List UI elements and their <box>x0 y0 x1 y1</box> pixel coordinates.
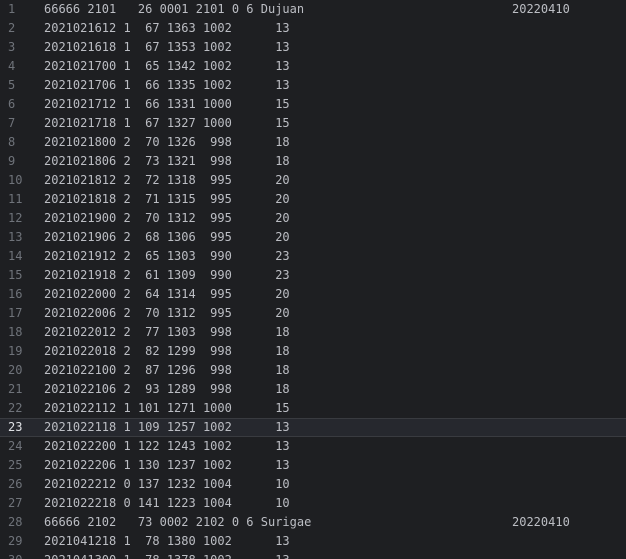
line-number: 19 <box>8 344 23 358</box>
line-number: 28 <box>8 515 23 529</box>
line-text[interactable]: 2021021906 2 68 1306 995 20 <box>44 228 290 247</box>
line-number: 4 <box>8 59 16 73</box>
line-date-text[interactable]: 20220410 <box>512 0 570 19</box>
line-number: 27 <box>8 496 23 510</box>
editor-line[interactable]: 18 2021022012 2 77 1303 998 18 <box>0 323 626 342</box>
line-number: 23 <box>8 420 23 434</box>
line-number: 26 <box>8 477 23 491</box>
line-text[interactable]: 2021022006 2 70 1312 995 20 <box>44 304 290 323</box>
editor-line[interactable]: 9 2021021806 2 73 1321 998 18 <box>0 152 626 171</box>
editor-line[interactable]: 12 2021021900 2 70 1312 995 20 <box>0 209 626 228</box>
line-text[interactable]: 2021021818 2 71 1315 995 20 <box>44 190 290 209</box>
editor-line[interactable]: 19 2021022018 2 82 1299 998 18 <box>0 342 626 361</box>
line-text[interactable]: 2021021806 2 73 1321 998 18 <box>44 152 290 171</box>
text-editor[interactable]: 1 66666 2101 26 0001 2101 0 6 Dujuan 20220… <box>0 0 626 559</box>
line-number: 17 <box>8 306 23 320</box>
line-number: 8 <box>8 135 16 149</box>
editor-line[interactable]: 3 2021021618 1 67 1353 1002 13 <box>0 38 626 57</box>
line-text[interactable]: 2021022100 2 87 1296 998 18 <box>44 361 290 380</box>
line-text[interactable]: 2021021812 2 72 1318 995 20 <box>44 171 290 190</box>
line-text[interactable]: 2021021718 1 67 1327 1000 15 <box>44 114 290 133</box>
line-number: 24 <box>8 439 23 453</box>
editor-line[interactable]: 13 2021021906 2 68 1306 995 20 <box>0 228 626 247</box>
editor-line[interactable]: 14 2021021912 2 65 1303 990 23 <box>0 247 626 266</box>
line-text[interactable]: 2021022200 1 122 1243 1002 13 <box>44 437 290 456</box>
editor-line[interactable]: 7 2021021718 1 67 1327 1000 15 <box>0 114 626 133</box>
line-number: 12 <box>8 211 23 225</box>
editor-line[interactable]: 28 66666 2102 73 0002 2102 0 6 Surigae 202… <box>0 513 626 532</box>
line-text[interactable]: 2021022212 0 137 1232 1004 10 <box>44 475 290 494</box>
line-number: 11 <box>8 192 23 206</box>
line-number: 3 <box>8 40 16 54</box>
line-text[interactable]: 2021022112 1 101 1271 1000 15 <box>44 399 290 418</box>
line-number: 13 <box>8 230 23 244</box>
editor-line[interactable]: 11 2021021818 2 71 1315 995 20 <box>0 190 626 209</box>
line-text[interactable]: 2021021912 2 65 1303 990 23 <box>44 247 290 266</box>
line-text[interactable]: 2021041300 1 78 1378 1002 13 <box>44 551 290 559</box>
line-text[interactable]: 2021041218 1 78 1380 1002 13 <box>44 532 290 551</box>
editor-line[interactable]: 26 2021022212 0 137 1232 1004 10 <box>0 475 626 494</box>
editor-line[interactable]: 30 2021041300 1 78 1378 1002 13 <box>0 551 626 559</box>
line-text[interactable]: 66666 2102 73 0002 2102 0 6 Surigae <box>44 513 311 532</box>
editor-line[interactable]: 2 2021021612 1 67 1363 1002 13 <box>0 19 626 38</box>
line-number: 5 <box>8 78 16 92</box>
line-text[interactable]: 2021021900 2 70 1312 995 20 <box>44 209 290 228</box>
line-text[interactable]: 2021021918 2 61 1309 990 23 <box>44 266 290 285</box>
editor-line[interactable]: 4 2021021700 1 65 1342 1002 13 <box>0 57 626 76</box>
editor-line[interactable]: 1 66666 2101 26 0001 2101 0 6 Dujuan 20220… <box>0 0 626 19</box>
editor-line[interactable]: 8 2021021800 2 70 1326 998 18 <box>0 133 626 152</box>
line-text[interactable]: 2021022118 1 109 1257 1002 13 <box>44 419 290 436</box>
line-number: 21 <box>8 382 23 396</box>
editor-line[interactable]: 29 2021041218 1 78 1380 1002 13 <box>0 532 626 551</box>
line-number: 7 <box>8 116 16 130</box>
line-number: 22 <box>8 401 23 415</box>
line-number: 2 <box>8 21 16 35</box>
line-text[interactable]: 2021022218 0 141 1223 1004 10 <box>44 494 290 513</box>
editor-line[interactable]: 10 2021021812 2 72 1318 995 20 <box>0 171 626 190</box>
line-text[interactable]: 66666 2101 26 0001 2101 0 6 Dujuan <box>44 0 304 19</box>
line-date-text[interactable]: 20220410 <box>512 513 570 532</box>
line-text[interactable]: 2021022018 2 82 1299 998 18 <box>44 342 290 361</box>
line-text[interactable]: 2021021800 2 70 1326 998 18 <box>44 133 290 152</box>
line-text[interactable]: 2021022000 2 64 1314 995 20 <box>44 285 290 304</box>
editor-line[interactable]: 21 2021022106 2 93 1289 998 18 <box>0 380 626 399</box>
editor-line[interactable]: 23 2021022118 1 109 1257 1002 13 <box>0 418 626 437</box>
line-number: 14 <box>8 249 23 263</box>
line-text[interactable]: 2021022106 2 93 1289 998 18 <box>44 380 290 399</box>
line-number: 6 <box>8 97 16 111</box>
line-number: 25 <box>8 458 23 472</box>
editor-line[interactable]: 25 2021022206 1 130 1237 1002 13 <box>0 456 626 475</box>
editor-line[interactable]: 22 2021022112 1 101 1271 1000 15 <box>0 399 626 418</box>
editor-line[interactable]: 17 2021022006 2 70 1312 995 20 <box>0 304 626 323</box>
line-text[interactable]: 2021022012 2 77 1303 998 18 <box>44 323 290 342</box>
line-text[interactable]: 2021021700 1 65 1342 1002 13 <box>44 57 290 76</box>
line-text[interactable]: 2021021618 1 67 1353 1002 13 <box>44 38 290 57</box>
line-number: 1 <box>8 2 16 16</box>
editor-line[interactable]: 5 2021021706 1 66 1335 1002 13 <box>0 76 626 95</box>
line-number: 9 <box>8 154 16 168</box>
line-number: 10 <box>8 173 23 187</box>
editor-line[interactable]: 20 2021022100 2 87 1296 998 18 <box>0 361 626 380</box>
line-number: 18 <box>8 325 23 339</box>
line-number: 30 <box>0 551 40 559</box>
line-number: 15 <box>8 268 23 282</box>
editor-line[interactable]: 6 2021021712 1 66 1331 1000 15 <box>0 95 626 114</box>
editor-line[interactable]: 27 2021022218 0 141 1223 1004 10 <box>0 494 626 513</box>
editor-line[interactable]: 15 2021021918 2 61 1309 990 23 <box>0 266 626 285</box>
line-number: 16 <box>8 287 23 301</box>
line-number: 20 <box>8 363 23 377</box>
line-text[interactable]: 2021022206 1 130 1237 1002 13 <box>44 456 290 475</box>
line-text[interactable]: 2021021712 1 66 1331 1000 15 <box>44 95 290 114</box>
line-text[interactable]: 2021021706 1 66 1335 1002 13 <box>44 76 290 95</box>
editor-line[interactable]: 16 2021022000 2 64 1314 995 20 <box>0 285 626 304</box>
editor-line[interactable]: 24 2021022200 1 122 1243 1002 13 <box>0 437 626 456</box>
line-number: 29 <box>8 534 23 548</box>
line-text[interactable]: 2021021612 1 67 1363 1002 13 <box>44 19 290 38</box>
